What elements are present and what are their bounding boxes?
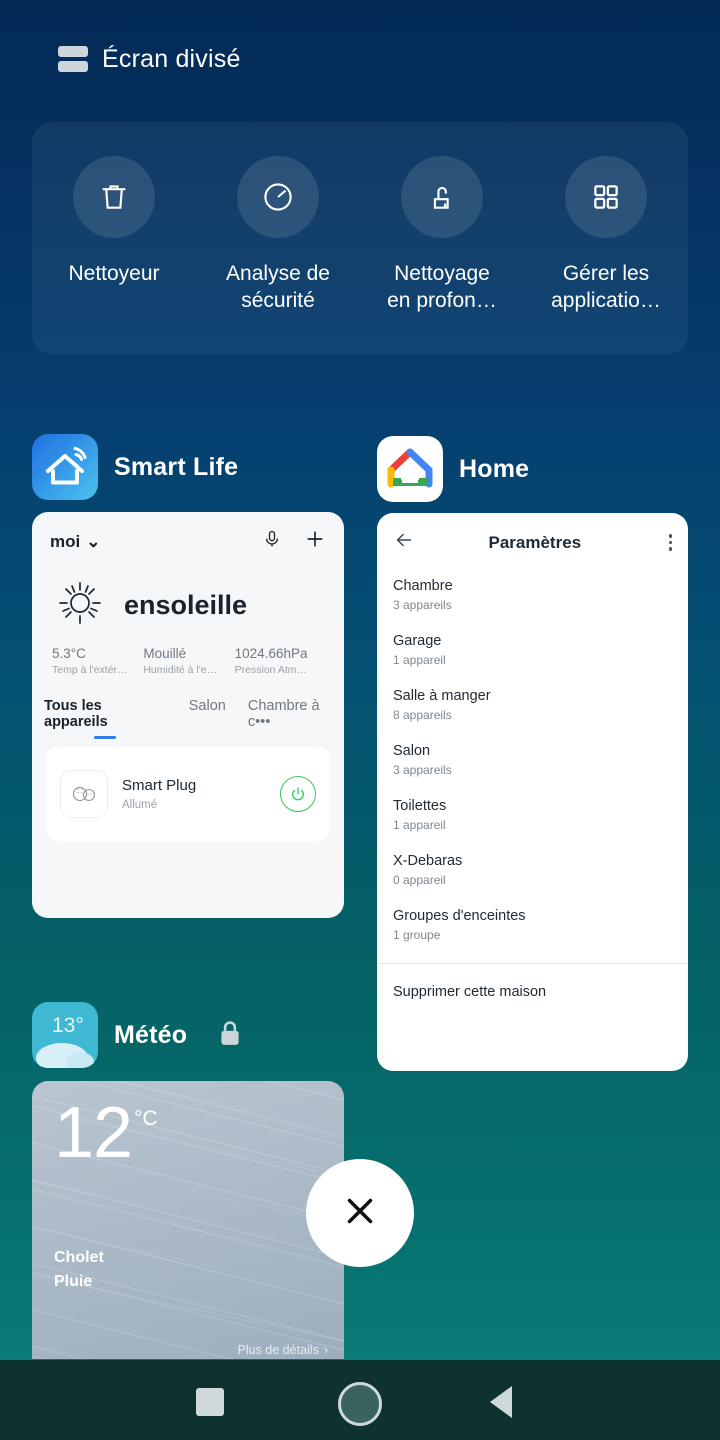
home-card-topbar: Paramètres <box>377 513 688 556</box>
smart-life-card-topbar: moi ⌄ <box>32 512 344 555</box>
room-name: Salle à manger <box>393 688 491 704</box>
room-name: Toilettes <box>393 798 447 814</box>
microphone-icon[interactable] <box>262 529 282 554</box>
room-device-count: 1 appareil <box>393 818 446 832</box>
room-device-count: 1 groupe <box>393 928 441 942</box>
plus-icon[interactable] <box>304 528 326 555</box>
temperature-unit: °C <box>134 1107 158 1130</box>
room-name: Chambre <box>393 578 453 594</box>
smart-life-house-wifi-icon <box>32 434 98 500</box>
device-list-item[interactable]: Smart Plug Allumé <box>46 747 330 841</box>
weather-stat-temperature: 5.3°C Temp à l'extér… <box>52 646 143 676</box>
kebab-menu-icon[interactable] <box>668 534 672 551</box>
home-task-card[interactable]: Paramètres Chambre 3 appareils Garage 1 … <box>377 513 688 1071</box>
split-screen-header[interactable]: Écran divisé <box>58 44 241 74</box>
stat-value: 1024.66hPa <box>234 646 308 661</box>
room-list: Chambre 3 appareils Garage 1 appareil Sa… <box>377 556 688 963</box>
more-details-link[interactable]: Plus de détails › <box>238 1343 328 1357</box>
home-selector[interactable]: moi ⌄ <box>50 532 100 552</box>
tab-tous-les-appareils[interactable]: Tous les appareils <box>44 698 167 739</box>
list-item[interactable]: Groupes d'enceintes 1 groupe <box>393 908 672 963</box>
close-all-button[interactable] <box>306 1159 414 1267</box>
delete-home-button[interactable]: Supprimer cette maison <box>377 964 688 1020</box>
tab-chambre[interactable]: Chambre à c••• <box>248 698 344 739</box>
svg-text:13°: 13° <box>52 1014 84 1037</box>
quick-action-nettoyeur[interactable]: Nettoyeur <box>32 156 196 354</box>
stat-value: Mouillé <box>143 646 187 661</box>
quick-action-label: Nettoyage en profon… <box>387 262 497 312</box>
home-circle-icon[interactable] <box>338 1382 382 1426</box>
weather-stat-pressure: 1024.66hPa Pression Atm… <box>235 646 326 676</box>
system-navigation-bar <box>0 1360 720 1440</box>
home-selector-label: moi <box>50 531 81 551</box>
grid-icon <box>565 156 647 238</box>
app-name-label: Smart Life <box>114 452 239 481</box>
chevron-right-icon: › <box>323 1343 328 1357</box>
room-name: Garage <box>393 633 442 649</box>
google-home-icon <box>377 436 443 502</box>
weather-stat-humidity: Mouillé Humidité à l'e… <box>143 646 234 676</box>
list-item[interactable]: X-Debaras 0 appareil <box>393 853 672 908</box>
room-device-count: 3 appareils <box>393 598 452 612</box>
room-name: X-Debaras <box>393 853 463 869</box>
room-name: Salon <box>393 743 431 759</box>
smart-plug-icon <box>60 770 108 818</box>
app-name-label: Home <box>459 454 530 483</box>
trash-icon <box>73 156 155 238</box>
list-item[interactable]: Salon 3 appareils <box>393 743 672 798</box>
list-item[interactable]: Garage 1 appareil <box>393 633 672 688</box>
app-name-label: Météo <box>114 1020 188 1049</box>
brush-icon <box>401 156 483 238</box>
quick-action-nettoyage-profond[interactable]: Nettoyage en profon… <box>360 156 524 354</box>
room-device-count: 8 appareils <box>393 708 452 722</box>
smart-life-task-card[interactable]: moi ⌄ ensoleille 5.3°C Temp à l'extér… M… <box>32 512 344 918</box>
back-arrow-icon[interactable] <box>393 529 415 556</box>
task-header-smart-life[interactable]: Smart Life <box>32 434 238 500</box>
split-screen-icon <box>58 44 88 74</box>
recents-square-icon[interactable] <box>196 1388 224 1416</box>
gauge-icon <box>237 156 319 238</box>
device-filter-tabs: Tous les appareils Salon Chambre à c••• <box>32 676 344 739</box>
room-name: Groupes d'enceintes <box>393 908 526 924</box>
quick-actions-panel: Nettoyeur Analyse de sécurité Nettoyage … <box>32 122 688 354</box>
back-triangle-icon[interactable] <box>490 1386 512 1418</box>
quick-action-gerer-applications[interactable]: Gérer les applicatio… <box>524 156 688 354</box>
device-name: Smart Plug <box>122 777 197 794</box>
device-state: Allumé <box>122 799 158 811</box>
weather-stats: 5.3°C Temp à l'extér… Mouillé Humidité à… <box>32 634 344 676</box>
quick-action-label: Gérer les applicatio… <box>551 262 661 312</box>
close-icon <box>339 1190 381 1237</box>
lock-icon <box>217 1019 243 1052</box>
list-item[interactable]: Chambre 3 appareils <box>393 578 672 633</box>
task-header-meteo[interactable]: 13° Météo <box>32 1002 243 1068</box>
weather-cloud-icon: 13° <box>32 1002 98 1068</box>
split-screen-title: Écran divisé <box>102 44 241 73</box>
page-title: Paramètres <box>488 532 582 552</box>
room-device-count: 0 appareil <box>393 873 446 887</box>
power-icon[interactable] <box>280 776 316 812</box>
weather-condition: Pluie <box>54 1273 93 1290</box>
tab-salon[interactable]: Salon <box>189 698 226 723</box>
stat-label: Humidité à l'e… <box>143 664 218 676</box>
weather-condition: ensoleille <box>124 590 248 620</box>
room-device-count: 1 appareil <box>393 653 446 667</box>
sun-icon <box>54 577 106 634</box>
room-device-count: 3 appareils <box>393 763 452 777</box>
temperature-value: 12 <box>54 1093 133 1173</box>
stat-value: 5.3°C <box>52 646 86 661</box>
city-name: Cholet <box>54 1249 104 1266</box>
stat-label: Temp à l'extér… <box>52 664 128 676</box>
more-details-label: Plus de détails <box>237 1343 319 1357</box>
task-header-home[interactable]: Home <box>377 436 529 502</box>
weather-summary: ensoleille <box>32 555 344 634</box>
quick-action-analyse-securite[interactable]: Analyse de sécurité <box>196 156 360 354</box>
quick-action-label: Nettoyeur <box>68 262 160 285</box>
stat-label: Pression Atm… <box>234 664 308 676</box>
list-item[interactable]: Salle à manger 8 appareils <box>393 688 672 743</box>
current-temperature: 12 °C <box>54 1093 158 1173</box>
chevron-down-icon: ⌄ <box>86 531 101 551</box>
quick-action-label: Analyse de sécurité <box>226 262 330 312</box>
list-item[interactable]: Toilettes 1 appareil <box>393 798 672 853</box>
